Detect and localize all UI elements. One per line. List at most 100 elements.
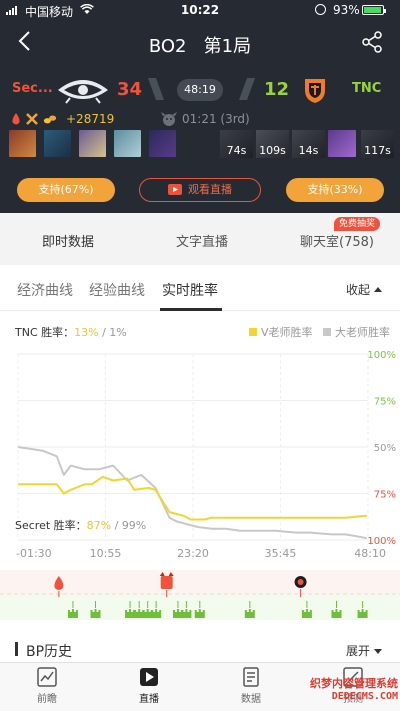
watch-live-label: 观看直播	[188, 183, 232, 196]
divider-slash	[239, 78, 255, 100]
rotation-lock-icon	[315, 4, 326, 15]
hero-portrait	[9, 130, 36, 157]
nav-bar: BO2 第1局	[0, 20, 400, 65]
support-left-button[interactable]: 支持(67%)	[17, 178, 115, 202]
subtab-experience[interactable]: 经验曲线	[89, 280, 145, 300]
respawn-timer: 117s	[364, 144, 391, 157]
tower-destroyed-marker	[331, 609, 342, 618]
caret-up-icon	[374, 287, 383, 292]
heroes-row: 74s 109s 14s 117s	[0, 130, 400, 160]
watermark: 织梦内容管理系统 DEDECMS.COM	[288, 675, 398, 702]
preview-chart-icon	[37, 667, 57, 687]
share-icon[interactable]	[360, 30, 384, 54]
y-tick-label: 50%	[374, 443, 396, 454]
bottom-tabbar: 前瞻 直播 数据 预测 织梦内容管理系统 DEDECMS.COM	[0, 662, 400, 711]
winrate-separator: /	[111, 519, 122, 532]
tower-destroyed-marker	[357, 609, 368, 618]
bp-history-header: BP历史 展开	[0, 628, 400, 664]
tab-realtime-data[interactable]: 即时数据	[42, 231, 94, 250]
left-team-kills: 34	[117, 79, 143, 100]
tower-destroyed-marker	[125, 609, 136, 618]
tabbar-data-label: 数据	[241, 694, 261, 705]
roshan-kill-marker	[160, 576, 173, 589]
play-video-icon	[168, 184, 182, 195]
x-tick-label: 48:10	[354, 547, 386, 560]
support-row: 支持(67%) 观看直播 支持(33%)	[0, 178, 400, 204]
watch-live-button[interactable]: 观看直播	[139, 178, 261, 202]
stats-row: +28719 01:21 (3rd)	[0, 110, 400, 130]
expand-button[interactable]: 展开	[346, 642, 383, 659]
right-team-name: TNC	[352, 81, 382, 96]
tabbar-data[interactable]: 数据	[221, 666, 281, 705]
respawn-timer: 109s	[259, 144, 286, 157]
main-tabs: 即时数据 文字直播 聊天室(758) 免费抽奖	[0, 213, 400, 265]
game-time-badge: 48:19	[177, 79, 223, 101]
collapse-label: 收起	[346, 283, 371, 297]
x-tick-label: 35:45	[265, 547, 297, 560]
respawn-timer: 14s	[298, 144, 319, 157]
legend-swatch-v	[249, 328, 257, 336]
hero-portrait	[79, 130, 106, 157]
tabbar-preview-label: 前瞻	[37, 694, 57, 705]
expand-label: 展开	[346, 644, 371, 658]
support-right-button[interactable]: 支持(33%)	[286, 178, 384, 202]
tab-chatroom[interactable]: 聊天室(758)	[300, 231, 374, 250]
tnc-winrate-v: 13%	[74, 326, 99, 339]
ancient-destroyed-core	[297, 579, 304, 585]
team-tnc-logo-icon	[305, 79, 325, 103]
hero-dead-portrait: 74s	[220, 130, 253, 158]
page-title: BO2 第1局	[148, 36, 252, 57]
bp-history-title: BP历史	[26, 644, 73, 660]
x-tick-label: -01:30	[16, 547, 52, 560]
hero-dead-portrait: 14s	[292, 130, 325, 158]
hero-portrait	[328, 130, 356, 157]
active-tab-indicator	[160, 308, 222, 311]
winrate-separator: /	[98, 326, 110, 339]
tower-destroyed-marker	[244, 609, 255, 618]
first-ten-kills-icon	[26, 113, 38, 125]
tabbar-live[interactable]: 直播	[119, 666, 179, 705]
lottery-badge: 免费抽奖	[334, 217, 380, 231]
hero-dead-portrait: 117s	[361, 130, 394, 158]
watermark-line1: 织梦内容管理系统	[310, 677, 398, 690]
subtab-economy[interactable]: 经济曲线	[17, 280, 73, 300]
score-row: Sec... 34 48:19 12 TNC	[0, 66, 400, 112]
chart-subtabs: 经济曲线 经验曲线 实时胜率 收起	[0, 265, 400, 311]
battery-icon	[362, 5, 386, 15]
tab-text-live[interactable]: 文字直播	[176, 231, 228, 250]
hero-portrait	[44, 130, 71, 157]
tower-destroyed-marker	[181, 609, 192, 618]
secret-winrate-v: 87%	[86, 519, 112, 532]
watermark-line2: DEDECMS.COM	[331, 691, 398, 702]
first-blood-icon	[12, 113, 20, 125]
match-header: 中国移动 10:22 93% BO2 第1局 Sec... 34 48:19 1…	[0, 0, 400, 213]
y-tick-label: 75%	[374, 490, 396, 501]
chart-legend: V老师胜率 大老师胜率	[249, 324, 390, 340]
tnc-winrate-readout: TNC 胜率：13% / 1%	[15, 324, 127, 340]
tnc-winrate-label: TNC 胜率：	[15, 326, 75, 339]
status-bar: 中国移动 10:22 93%	[0, 0, 400, 20]
tower-destroyed-marker	[151, 609, 162, 618]
series-line-v	[18, 475, 367, 521]
y-tick-label: 100%	[367, 350, 396, 361]
gold-lead: +28719	[66, 112, 115, 126]
left-team-name: Sec...	[12, 81, 53, 96]
tower-destroyed-marker	[67, 609, 78, 618]
team-secret-logo-icon	[58, 80, 108, 104]
gold-coins-icon	[43, 115, 57, 124]
hero-portrait	[149, 130, 176, 157]
collapse-button[interactable]: 收起	[346, 281, 383, 298]
tower-destroyed-marker	[194, 609, 205, 618]
roshan-timer: 01:21 (3rd)	[182, 112, 250, 126]
y-tick-label: 100%	[367, 536, 396, 547]
live-play-icon	[140, 668, 158, 686]
respawn-timer: 74s	[226, 144, 247, 157]
tabbar-preview[interactable]: 前瞻	[17, 666, 77, 705]
section-marker	[15, 642, 18, 656]
tower-destroyed-marker	[301, 609, 312, 618]
caret-down-icon	[374, 649, 383, 654]
hero-portrait	[114, 130, 141, 157]
winrate-chart-panel: 100% 75% 50% 75% 100% -01:30 10:55 23:20 35:45 48…	[0, 312, 400, 628]
subtab-winrate[interactable]: 实时胜率	[162, 280, 218, 300]
right-team-kills: 12	[264, 79, 290, 100]
